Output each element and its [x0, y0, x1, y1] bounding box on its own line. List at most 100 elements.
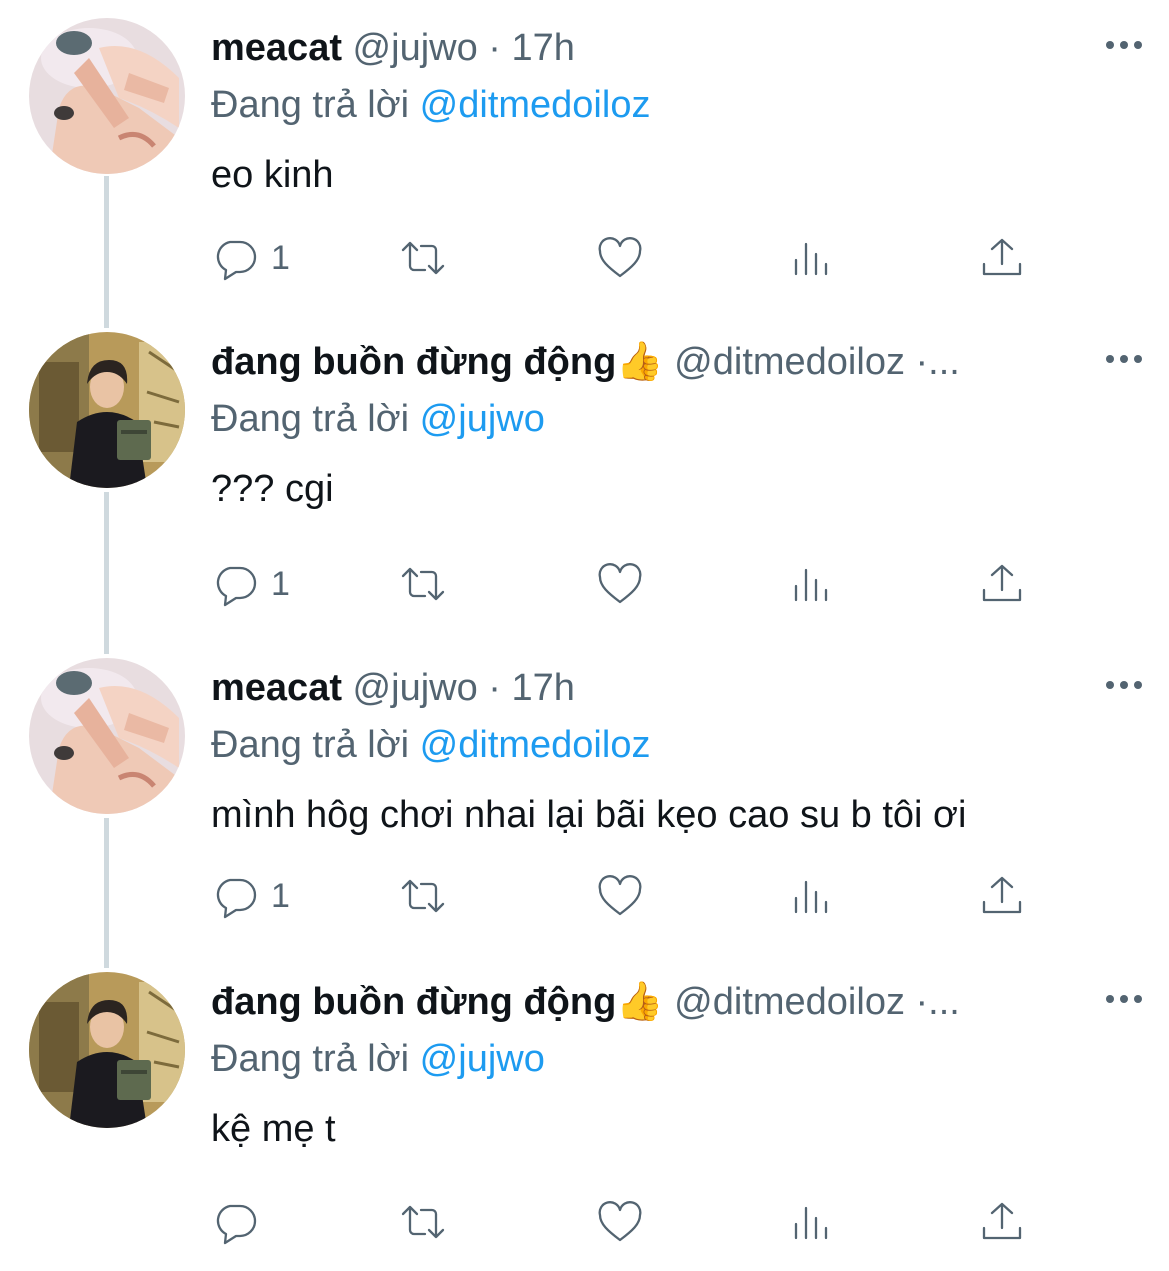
thread-connector [104, 818, 109, 968]
display-name[interactable]: meacat [211, 667, 342, 709]
share-upload-icon [982, 238, 1022, 276]
reply-context: Đang trả lời @ditmedoiloz [211, 718, 1109, 772]
mention-link[interactable]: @ditmedoiloz [420, 724, 651, 766]
views-button[interactable] [788, 554, 836, 614]
more-dots-icon[interactable] [1103, 676, 1147, 700]
tweet-header: meacat @jujwo · 17h [211, 18, 1109, 78]
views-button[interactable] [788, 866, 836, 926]
like-button[interactable] [596, 1192, 644, 1252]
retweet-button[interactable] [399, 554, 447, 614]
user-handle[interactable]: @ditmedoiloz [674, 981, 905, 1023]
avatar-meacat-image [29, 658, 185, 814]
thread-connector [104, 176, 109, 328]
like-button[interactable] [596, 228, 644, 288]
avatar-ditmedoiloz-image [29, 332, 185, 488]
reply-button[interactable]: 1 [211, 228, 290, 288]
like-button[interactable] [596, 866, 644, 926]
separator-dot: · [488, 667, 501, 709]
timestamp[interactable]: 17h [512, 667, 575, 709]
tweet-content: đang buồn đừng động👍 @ditmedoiloz ·... Đ… [211, 332, 1109, 514]
thread-connector [104, 492, 109, 654]
retweet-arrows-icon [401, 1205, 445, 1239]
display-name[interactable]: đang buồn đừng động👍 [211, 981, 664, 1023]
retweet-arrows-icon [401, 879, 445, 913]
display-name[interactable]: đang buồn đừng động👍 [211, 341, 664, 383]
avatar-meacat-image [29, 18, 185, 174]
share-button[interactable] [978, 1192, 1026, 1252]
reply-prefix: Đang trả lời [211, 398, 410, 440]
speech-bubble-icon [216, 566, 257, 607]
retweet-button[interactable] [399, 866, 447, 926]
share-button[interactable] [978, 554, 1026, 614]
tweet-actions: 1 [211, 228, 1109, 288]
retweet-button[interactable] [399, 228, 447, 288]
more-dots-icon[interactable] [1103, 36, 1147, 60]
tweet-text: eo kinh [211, 154, 334, 196]
more-dots-icon[interactable] [1103, 990, 1147, 1014]
reply-count: 1 [271, 238, 290, 277]
bar-chart-icon [794, 242, 828, 276]
avatar[interactable] [29, 332, 185, 488]
tweet-content: meacat @jujwo · 17h Đang trả lời @ditmed… [211, 18, 1109, 200]
heart-icon [598, 1201, 642, 1242]
tweet-text: mình hôg chơi nhai lại bãi kẹo cao su b … [211, 794, 967, 836]
user-handle[interactable]: @jujwo [353, 667, 478, 709]
reply-count: 1 [271, 564, 290, 603]
share-button[interactable] [978, 228, 1026, 288]
reply-prefix: Đang trả lời [211, 724, 410, 766]
bar-chart-icon [794, 568, 828, 602]
timestamp[interactable]: 17h [512, 27, 575, 69]
tweet-header: đang buồn đừng động👍 @ditmedoiloz ·... [211, 332, 1109, 392]
retweet-button[interactable] [399, 1192, 447, 1252]
reply-prefix: Đang trả lời [211, 84, 410, 126]
reply-button[interactable] [211, 1192, 271, 1252]
separator-dot: ·... [915, 341, 960, 383]
heart-icon [598, 237, 642, 278]
tweet-actions [211, 1192, 1109, 1252]
heart-icon [598, 563, 642, 604]
retweet-arrows-icon [401, 567, 445, 601]
retweet-arrows-icon [401, 241, 445, 275]
mention-link[interactable]: @ditmedoiloz [420, 84, 651, 126]
tweet-header: meacat @jujwo · 17h [211, 658, 1109, 718]
share-upload-icon [982, 564, 1022, 602]
avatar[interactable] [29, 972, 185, 1128]
reply-thread: meacat @jujwo · 17h Đang trả lời @ditmed… [0, 0, 1169, 1271]
reply-count: 1 [271, 876, 290, 915]
bar-chart-icon [794, 1206, 828, 1240]
tweet-content: đang buồn đừng động👍 @ditmedoiloz ·... Đ… [211, 972, 1109, 1154]
display-name[interactable]: meacat [211, 27, 342, 69]
views-button[interactable] [788, 228, 836, 288]
like-button[interactable] [596, 554, 644, 614]
bar-chart-icon [794, 880, 828, 914]
avatar[interactable] [29, 18, 185, 174]
tweet-content: meacat @jujwo · 17h Đang trả lời @ditmed… [211, 658, 1109, 840]
speech-bubble-icon [216, 240, 257, 281]
tweet-text: ??? cgi [211, 468, 334, 510]
tweet-header: đang buồn đừng động👍 @ditmedoiloz ·... [211, 972, 1109, 1032]
views-button[interactable] [788, 1192, 836, 1252]
reply-context: Đang trả lời @jujwo [211, 392, 1109, 446]
tweet-actions: 1 [211, 866, 1109, 926]
share-upload-icon [982, 876, 1022, 914]
tweet-actions: 1 [211, 554, 1109, 614]
heart-icon [598, 875, 642, 916]
user-handle[interactable]: @jujwo [353, 27, 478, 69]
user-handle[interactable]: @ditmedoiloz [674, 341, 905, 383]
more-dots-icon[interactable] [1103, 350, 1147, 374]
avatar[interactable] [29, 658, 185, 814]
speech-bubble-icon [216, 1204, 257, 1245]
tweet-text: kệ mẹ t [211, 1108, 336, 1150]
reply-context: Đang trả lời @jujwo [211, 1032, 1109, 1086]
reply-context: Đang trả lời @ditmedoiloz [211, 78, 1109, 132]
mention-link[interactable]: @jujwo [420, 1038, 545, 1080]
avatar-ditmedoiloz-image [29, 972, 185, 1128]
reply-button[interactable]: 1 [211, 554, 290, 614]
share-upload-icon [982, 1202, 1022, 1240]
mention-link[interactable]: @jujwo [420, 398, 545, 440]
reply-prefix: Đang trả lời [211, 1038, 410, 1080]
separator-dot: · [488, 27, 501, 69]
share-button[interactable] [978, 866, 1026, 926]
reply-button[interactable]: 1 [211, 866, 290, 926]
speech-bubble-icon [216, 878, 257, 919]
